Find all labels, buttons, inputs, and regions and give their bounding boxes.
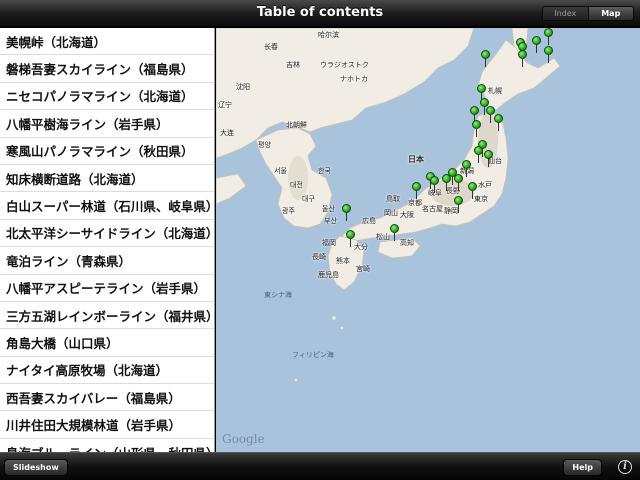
label-kumamoto: 熊本 <box>336 257 350 265</box>
tab-map[interactable]: Map <box>587 7 633 20</box>
list-item[interactable]: 白山スーパー林道（石川県、岐阜県） <box>0 192 214 220</box>
map-pin[interactable] <box>346 230 356 248</box>
label-gwangju: 광주 <box>282 207 295 215</box>
label-north-korea: 北朝鮮 <box>286 121 307 129</box>
list-item[interactable]: 角島大橋（山口県） <box>0 329 214 357</box>
list-item[interactable]: 北太平洋シーサイドライン（北海道） <box>0 220 214 248</box>
label-sapporo: 札幌 <box>488 87 502 95</box>
list-item[interactable]: ニセコパノラマライン（北海道） <box>0 83 214 111</box>
list-item[interactable]: 川井住田大規模林道（岩手県） <box>0 411 214 439</box>
label-japan: 日本 <box>408 155 424 164</box>
label-fukuoka: 福岡 <box>322 239 336 247</box>
list-item[interactable]: 三方五湖レインボーライン（福井県） <box>0 302 214 330</box>
list-item[interactable]: 寒風山パノラマライン（秋田県） <box>0 138 214 165</box>
map-pin[interactable] <box>472 120 482 138</box>
map-pin[interactable] <box>532 36 542 54</box>
map-landmass <box>216 28 561 382</box>
navigation-bar: Table of contents Index Map <box>0 0 640 27</box>
slideshow-button[interactable]: Slideshow <box>4 459 68 476</box>
map-pin[interactable] <box>544 28 554 46</box>
label-matsuyama: 松山 <box>376 233 390 241</box>
list-item[interactable]: 磐梯吾妻スカイライン（福島県） <box>0 55 214 83</box>
map-view[interactable]: 长春 吉林 哈尔滨 沈阳 辽宁 大连 ウラジオストク ナホトカ 北朝鮮 평양 서… <box>216 28 640 452</box>
label-jilin: 吉林 <box>286 61 300 69</box>
map-pin[interactable] <box>412 182 422 200</box>
map-pin[interactable] <box>468 182 478 200</box>
list-item[interactable]: 知床横断道路（北海道） <box>0 165 214 193</box>
label-daejeon: 대전 <box>290 181 303 189</box>
label-seoul: 서울 <box>274 167 287 175</box>
label-pyongyang: 평양 <box>258 141 271 149</box>
label-daegu: 대구 <box>302 195 315 203</box>
info-icon[interactable]: i <box>618 460 632 474</box>
map-pin[interactable] <box>494 114 504 132</box>
label-harbin: 哈尔滨 <box>318 31 339 39</box>
label-osaka: 大阪 <box>400 211 414 219</box>
label-kochi: 高知 <box>400 239 414 247</box>
label-dalian: 大连 <box>220 129 234 137</box>
label-korea: 한국 <box>318 167 331 175</box>
label-okayama: 岡山 <box>384 209 398 217</box>
list-item[interactable]: 鳥海ブルーライン（山形県、秋田県） <box>0 439 214 452</box>
label-kagoshima: 鹿児島 <box>318 271 339 279</box>
label-oita: 大分 <box>354 243 368 251</box>
map-pin[interactable] <box>484 150 494 168</box>
label-shenyang: 沈阳 <box>236 83 250 91</box>
list-item[interactable]: 八幡平樹海ライン（岩手県） <box>0 110 214 138</box>
label-changchun: 长春 <box>264 43 278 51</box>
map-pin[interactable] <box>474 146 484 164</box>
label-vladivostok: ウラジオストク <box>320 61 369 69</box>
label-philippine-sea: フィリピン海 <box>292 351 334 359</box>
map-pin[interactable] <box>518 50 528 68</box>
map-pin[interactable] <box>454 174 464 192</box>
tab-index[interactable]: Index <box>543 7 588 20</box>
label-nagoya: 名古屋 <box>422 205 443 213</box>
label-tottori: 鳥取 <box>386 195 400 203</box>
label-mito: 水戸 <box>478 181 492 189</box>
help-button[interactable]: Help <box>563 459 602 476</box>
label-east-china-sea: 東シナ海 <box>264 291 292 299</box>
label-miyazaki: 宮崎 <box>356 265 370 273</box>
map-pin[interactable] <box>544 46 554 64</box>
map-pin[interactable] <box>481 50 491 68</box>
label-hiroshima: 広島 <box>362 217 376 225</box>
label-busan: 부산 <box>324 217 337 225</box>
list-item[interactable]: 美幌峠（北海道） <box>0 28 214 56</box>
bottom-toolbar: Slideshow Help i <box>0 452 640 480</box>
contents-list: 美幌峠（北海道） 磐梯吾妻スカイライン（福島県） ニセコパノラマライン（北海道）… <box>0 28 215 452</box>
list-item[interactable]: 西吾妻スカイバレー（福島県） <box>0 384 214 412</box>
label-nakhodka: ナホトカ <box>340 75 368 83</box>
map-pin[interactable] <box>390 224 400 242</box>
map-pin[interactable] <box>442 174 452 192</box>
view-switcher: Index Map <box>542 6 634 21</box>
map-pin[interactable] <box>342 204 352 222</box>
list-item[interactable]: 竜泊ライン（青森県） <box>0 247 214 275</box>
label-nagasaki: 長崎 <box>312 253 326 261</box>
label-liaoning: 辽宁 <box>218 101 232 109</box>
map-pin[interactable] <box>430 176 440 194</box>
label-ulsan: 울산 <box>322 205 335 213</box>
list-item[interactable]: 八幡平アスピーテライン（岩手県） <box>0 275 214 302</box>
list-item[interactable]: ナイタイ高原牧場（北海道） <box>0 357 214 385</box>
google-attribution: Google <box>222 432 265 446</box>
map-pin[interactable] <box>454 196 464 214</box>
